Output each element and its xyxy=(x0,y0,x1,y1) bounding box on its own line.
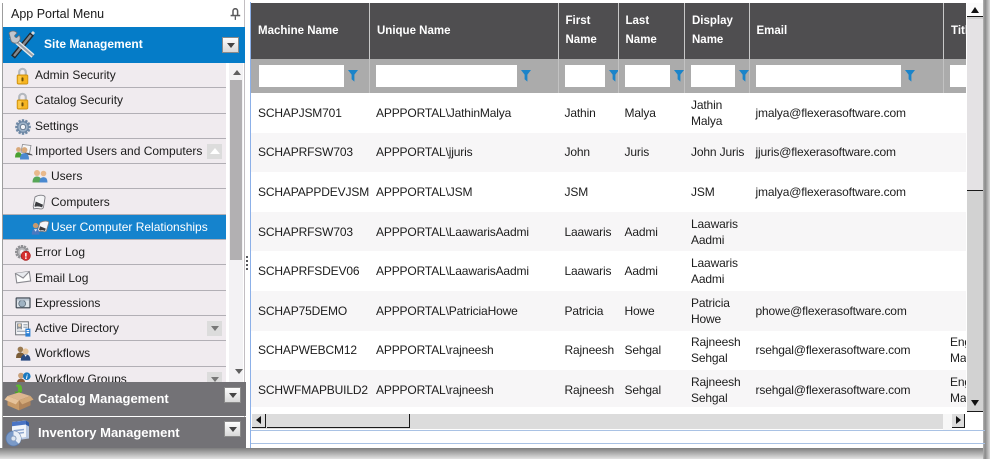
svg-text:i: i xyxy=(26,373,28,380)
